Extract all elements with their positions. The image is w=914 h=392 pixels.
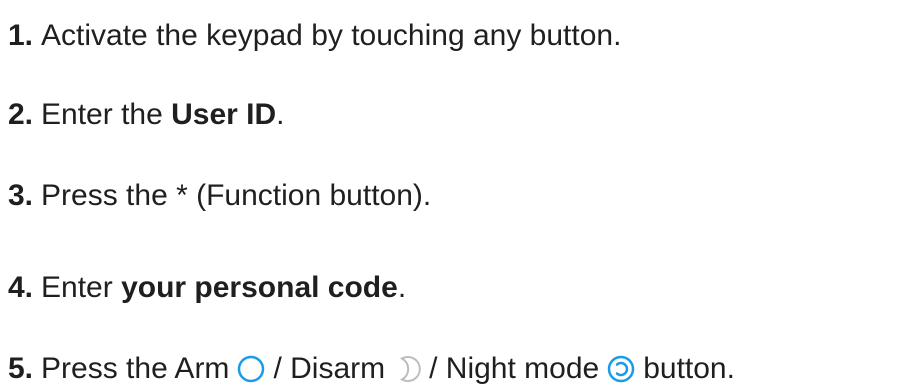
night-mode-icon [606, 354, 636, 384]
step-number: 3. [8, 179, 34, 212]
step-text-part4: button. [643, 352, 735, 385]
instruction-steps: 1. Activate the keypad by touching any b… [8, 0, 908, 392]
step-text: Press the * (Function button). [41, 179, 432, 212]
step-4: 4. Enter your personal code . [8, 268, 406, 308]
step-number: 4. [8, 271, 34, 304]
step-2: 2. Enter the User ID . [8, 95, 285, 135]
step-text-prefix: Enter [41, 271, 122, 304]
step-1: 1. Activate the keypad by touching any b… [8, 16, 621, 56]
step-text-part1: Press the Arm [41, 352, 230, 385]
step-text-part2: / Disarm [273, 352, 386, 385]
step-number: 1. [8, 19, 34, 52]
step-3: 3. Press the * (Function button). [8, 176, 431, 216]
step-text-prefix: Enter the [41, 98, 172, 131]
step-text: Activate the keypad by touching any butt… [41, 19, 622, 52]
disarm-icon [392, 354, 422, 384]
step-text-suffix: . [397, 271, 407, 304]
personal-code-label: your personal code [121, 271, 398, 304]
arm-icon [236, 354, 266, 384]
step-text-part3: / Night mode [429, 352, 600, 385]
step-number: 5. [8, 352, 34, 385]
step-number: 2. [8, 98, 34, 131]
user-id-label: User ID [171, 98, 277, 131]
step-text-suffix: . [276, 98, 285, 131]
step-5: 5. Press the Arm / Disarm / Night mode b… [8, 349, 735, 389]
